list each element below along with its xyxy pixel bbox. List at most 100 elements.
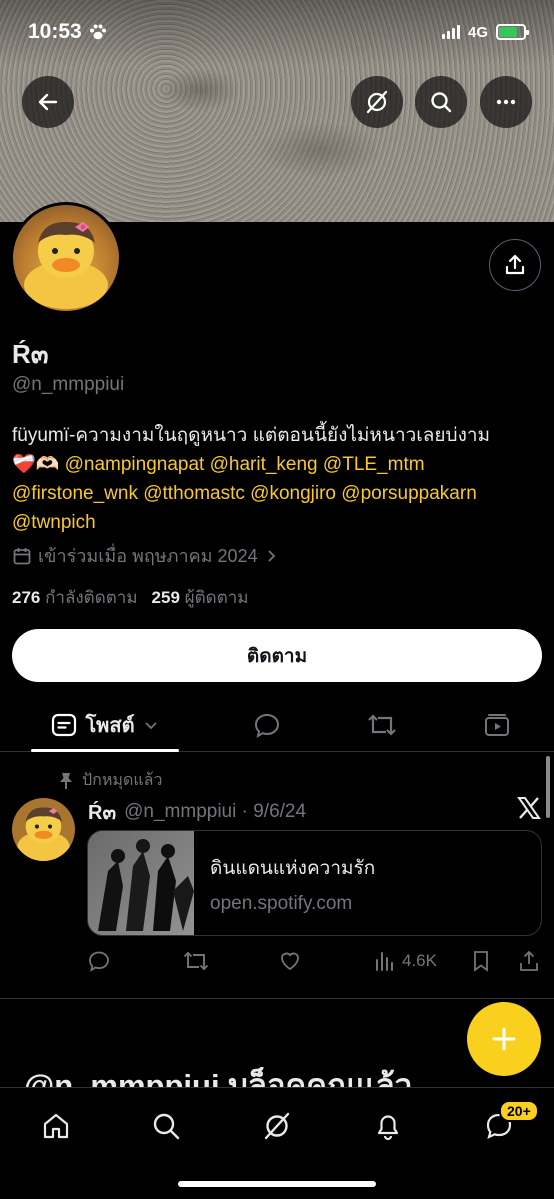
nav-home[interactable] bbox=[36, 1106, 76, 1146]
home-icon bbox=[43, 1113, 69, 1139]
tweet-handle-date[interactable]: @n_mmppiui · 9/6/24 bbox=[124, 801, 306, 823]
share-action[interactable] bbox=[518, 949, 540, 973]
following-stat[interactable]: 276 กำลังติดตาม bbox=[12, 584, 138, 611]
calendar-icon bbox=[13, 547, 31, 564]
following-label: กำลังติดตาม bbox=[45, 588, 138, 607]
network-label: 4G bbox=[467, 23, 488, 41]
media-icon bbox=[484, 713, 509, 736]
tab-replies[interactable] bbox=[210, 698, 325, 751]
like-action[interactable] bbox=[278, 949, 302, 973]
status-bar: 10:53 4G bbox=[0, 0, 554, 64]
grok-icon bbox=[264, 1112, 290, 1140]
joined-label: เข้าร่วมเมื่อ พฤษภาคม 2024 bbox=[38, 546, 258, 566]
signal-icon bbox=[441, 25, 460, 39]
arrow-left-icon bbox=[38, 93, 58, 111]
card-domain: open.spotify.com bbox=[210, 893, 353, 914]
more-icon bbox=[496, 99, 516, 105]
status-time: 10:53 bbox=[28, 20, 82, 43]
followers-stat[interactable]: 259 ผู้ติดตาม bbox=[152, 584, 249, 611]
joined-date[interactable]: เข้าร่วมเมื่อ พฤษภาคม 2024 bbox=[12, 541, 278, 570]
duck-illustration bbox=[24, 221, 108, 309]
x-logo-icon bbox=[517, 797, 541, 819]
link-card[interactable]: ดินแดนแห่งความรัก open.spotify.com bbox=[87, 830, 542, 936]
battery-fill bbox=[499, 27, 517, 37]
album-art-image bbox=[88, 831, 194, 935]
tab-posts-label: โพสต์ bbox=[85, 714, 135, 737]
mention-link[interactable]: @firstone_wnk bbox=[12, 483, 138, 504]
mention-link[interactable]: @twnpich bbox=[12, 512, 96, 533]
tweet-avatar[interactable] bbox=[12, 798, 75, 861]
posts-icon bbox=[52, 713, 77, 736]
repost-icon bbox=[183, 951, 209, 971]
tweet-divider bbox=[0, 998, 554, 999]
followers-label: ผู้ติดตาม bbox=[184, 588, 249, 607]
reply-icon bbox=[255, 713, 280, 738]
views-count: 4.6K bbox=[402, 951, 437, 970]
profile-handle: @n_mmppiui bbox=[12, 374, 125, 395]
pinned-label-row: ปักหมุดแล้ว bbox=[58, 768, 162, 793]
following-count: 276 bbox=[12, 588, 41, 607]
views-icon bbox=[376, 952, 393, 971]
tab-active-indicator bbox=[31, 749, 179, 752]
status-time-group: 10:53 bbox=[28, 20, 108, 44]
pinned-label: ปักหมุดแล้ว bbox=[82, 772, 163, 789]
search-icon bbox=[431, 92, 452, 113]
tab-posts[interactable]: โพสต์ bbox=[0, 698, 210, 752]
bio-emojis: ❤️‍🩹🫶🏻 bbox=[12, 454, 60, 475]
card-title: ดินแดนแห่งความรัก bbox=[210, 858, 376, 879]
tab-media[interactable] bbox=[439, 698, 554, 751]
share-button[interactable] bbox=[489, 239, 541, 291]
mention-link[interactable]: @kongjiro bbox=[250, 483, 336, 504]
plus-icon bbox=[492, 1027, 516, 1051]
bio-text: füyumï-ความงามในฤดูหนาว แต่ตอนนี้ยังไม่ห… bbox=[12, 425, 491, 446]
repost-action[interactable] bbox=[183, 949, 209, 973]
grok-icon bbox=[366, 90, 388, 114]
nav-notifications[interactable] bbox=[368, 1106, 408, 1146]
repost-icon bbox=[368, 713, 396, 736]
chevron-right-icon bbox=[267, 549, 275, 562]
bell-icon bbox=[377, 1115, 399, 1141]
grok-button[interactable] bbox=[351, 76, 403, 128]
search-button[interactable] bbox=[415, 76, 467, 128]
nav-grok[interactable] bbox=[257, 1106, 297, 1146]
reply-icon bbox=[89, 951, 109, 972]
status-indicators: 4G bbox=[441, 23, 529, 41]
mention-link[interactable]: @porsuppakarn bbox=[341, 483, 476, 504]
search-icon bbox=[153, 1113, 180, 1140]
paw-icon bbox=[89, 24, 106, 40]
tweet-author-name[interactable]: Ŕ๓ bbox=[88, 796, 116, 828]
bookmark-action[interactable] bbox=[470, 949, 492, 973]
tweet-header: Ŕ๓ @n_mmppiui · 9/6/24 bbox=[88, 796, 306, 828]
scrollbar[interactable] bbox=[546, 756, 550, 818]
mention-link[interactable]: @TLE_mtm bbox=[323, 454, 425, 475]
tab-reposts[interactable] bbox=[325, 698, 440, 751]
profile-tabs: โพสต์ bbox=[0, 698, 554, 752]
mention-link[interactable]: @nampingnapat bbox=[65, 454, 205, 475]
home-indicator bbox=[178, 1181, 376, 1187]
card-text: ดินแดนแห่งความรัก open.spotify.com bbox=[194, 831, 375, 935]
back-button[interactable] bbox=[22, 76, 74, 128]
tweet-actions: 4.6K bbox=[87, 946, 542, 976]
mention-link[interactable]: @tthomastc bbox=[143, 483, 245, 504]
nav-search[interactable] bbox=[146, 1106, 186, 1146]
pin-icon bbox=[60, 772, 72, 789]
chevron-down-icon bbox=[144, 721, 157, 729]
profile-avatar[interactable] bbox=[10, 202, 122, 314]
profile-name: Ŕ๓ bbox=[12, 339, 49, 369]
follow-button[interactable]: ติดตาม bbox=[12, 629, 542, 682]
heart-icon bbox=[281, 952, 299, 971]
profile-bio: füyumï-ความงามในฤดูหนาว แต่ตอนนี้ยังไม่ห… bbox=[12, 421, 547, 537]
more-button[interactable] bbox=[480, 76, 532, 128]
duck-avatar-small bbox=[12, 798, 75, 861]
messages-badge: 20+ bbox=[499, 1100, 539, 1122]
compose-button[interactable] bbox=[467, 1002, 541, 1076]
mention-link[interactable]: @harit_keng bbox=[210, 454, 318, 475]
reply-action[interactable] bbox=[87, 949, 111, 973]
views-action[interactable]: 4.6K bbox=[374, 950, 437, 972]
bookmark-icon bbox=[474, 951, 488, 972]
share-icon bbox=[520, 950, 538, 971]
battery-icon bbox=[496, 24, 529, 40]
duck-avatar-image bbox=[13, 205, 119, 311]
follow-stats: 276 กำลังติดตาม 259 ผู้ติดตาม bbox=[12, 584, 249, 611]
followers-count: 259 bbox=[151, 588, 180, 607]
